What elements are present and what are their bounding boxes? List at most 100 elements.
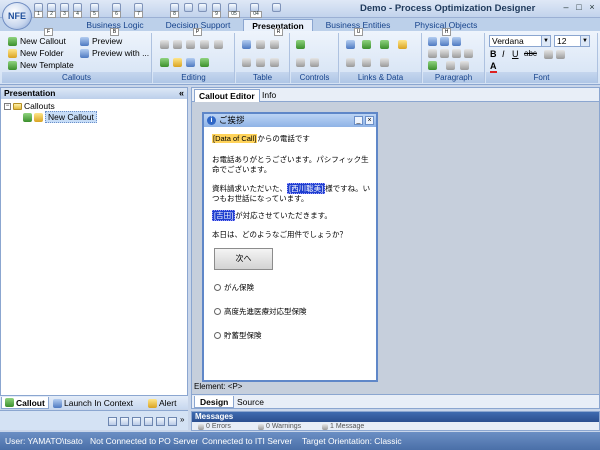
line-spacing-icon[interactable] <box>446 61 455 70</box>
toolbar-icon[interactable] <box>132 417 141 426</box>
tab-launch-in-context[interactable]: Launch In Context <box>50 397 136 409</box>
split-cells-icon[interactable] <box>256 58 265 67</box>
panel-header: Presentation « <box>1 88 187 99</box>
callout-editor: Callout Editor Info i ご挨拶 _ × [Data of C… <box>191 87 600 409</box>
preview-with-button[interactable]: Preview with ... <box>80 48 149 58</box>
launch-icon <box>53 398 62 408</box>
tab-info[interactable]: Info <box>258 89 280 102</box>
data-field-icon[interactable] <box>362 40 371 49</box>
lock-icon[interactable] <box>272 3 281 12</box>
toolbar-icon[interactable] <box>168 417 177 426</box>
align-left-icon[interactable] <box>428 37 437 46</box>
table-props-icon[interactable] <box>270 58 279 67</box>
brush-icon[interactable] <box>173 58 182 67</box>
close-icon[interactable]: × <box>365 116 374 125</box>
align-center-icon[interactable] <box>440 37 449 46</box>
delete-icon[interactable] <box>200 40 209 49</box>
paste-icon[interactable] <box>198 3 207 12</box>
close-icon[interactable]: × <box>586 2 598 14</box>
maximize-icon[interactable]: □ <box>573 2 585 14</box>
tree-item-callouts[interactable]: − Callouts <box>4 101 55 111</box>
overflow-icon[interactable]: » <box>180 415 184 424</box>
tab-alert[interactable]: Alert <box>145 397 179 409</box>
tab-callout[interactable]: Callout <box>1 397 49 409</box>
textbox-icon[interactable] <box>296 58 305 67</box>
settings-icon[interactable] <box>398 40 407 49</box>
data-source-icon[interactable] <box>380 40 389 49</box>
copy-icon[interactable] <box>184 3 193 12</box>
option-cancer-insurance[interactable]: がん保険 <box>214 282 254 293</box>
minimize-icon[interactable]: _ <box>354 116 363 125</box>
option-label: 高度先進医療対応型保険 <box>224 307 307 316</box>
warnings-filter[interactable]: 0 Warnings <box>258 423 301 430</box>
bookmark-icon[interactable] <box>362 58 371 67</box>
tab-design[interactable]: Design <box>194 396 235 408</box>
font-family-value: Verdana <box>492 36 524 46</box>
superscript-icon[interactable] <box>556 50 565 59</box>
font-size-select[interactable]: 12 ▼ <box>554 35 590 47</box>
app-menu-button[interactable]: NFE <box>2 2 32 30</box>
bold-icon[interactable]: B <box>490 49 497 59</box>
subscript-icon[interactable] <box>544 50 553 59</box>
table-row-icon[interactable] <box>256 40 265 49</box>
table-col-icon[interactable] <box>270 40 279 49</box>
font-color-icon[interactable]: A <box>490 61 497 73</box>
messages-filter[interactable]: 1 Message <box>322 423 364 430</box>
style-icon[interactable] <box>428 61 437 70</box>
next-button[interactable]: 次へ <box>214 248 273 270</box>
messages-panel: Messages 0 Errors 0 Warnings 1 Message <box>191 411 600 431</box>
control-icon[interactable] <box>296 40 305 49</box>
merge-cells-icon[interactable] <box>242 58 251 67</box>
preview-button[interactable]: Preview <box>80 36 122 46</box>
checkbox-icon[interactable] <box>310 58 319 67</box>
new-folder-button[interactable]: New Folder <box>8 48 63 58</box>
pilcrow-icon[interactable] <box>464 49 473 58</box>
indent-icon[interactable] <box>452 49 461 58</box>
tab-label: Callout <box>16 397 45 408</box>
minimize-icon[interactable]: – <box>560 2 572 14</box>
italic-icon[interactable]: I <box>502 49 505 59</box>
insert-icon[interactable] <box>200 58 209 67</box>
toolbar-icon[interactable] <box>120 417 129 426</box>
data-of-call-field[interactable]: [Data of Call] <box>212 134 258 143</box>
option-advanced-medical-insurance[interactable]: 高度先進医療対応型保険 <box>214 306 307 317</box>
radio-icon[interactable] <box>214 332 221 339</box>
link-icon[interactable] <box>346 40 355 49</box>
image-icon[interactable] <box>214 40 223 49</box>
variable-icon[interactable] <box>380 58 389 67</box>
copy-icon[interactable] <box>173 40 182 49</box>
button-label: Preview with ... <box>92 48 150 58</box>
agent-name-field[interactable]: [吉田] <box>212 210 236 221</box>
toolbar-icon[interactable] <box>144 417 153 426</box>
border-icon[interactable] <box>460 61 469 70</box>
cut-icon[interactable] <box>160 40 169 49</box>
format-icon[interactable] <box>160 58 169 67</box>
tree-item-new-callout[interactable]: New Callout <box>23 111 97 123</box>
greeting-paragraph: お電話ありがとうございます。パシフィック生命でございます。 <box>212 155 369 174</box>
qat-key: 04 <box>250 11 262 18</box>
tab-source[interactable]: Source <box>232 396 269 408</box>
toolbar-icon[interactable] <box>156 417 165 426</box>
number-list-icon[interactable] <box>440 49 449 58</box>
tab-callout-editor[interactable]: Callout Editor <box>194 89 260 102</box>
find-icon[interactable] <box>186 58 195 67</box>
underline-icon[interactable]: U <box>512 49 519 59</box>
unlink-icon[interactable] <box>346 58 355 67</box>
strikethrough-icon[interactable]: abc <box>524 49 537 58</box>
customer-name-field[interactable]: [西川聡美] <box>287 183 326 194</box>
new-callout-button[interactable]: New Callout <box>8 36 66 46</box>
errors-filter[interactable]: 0 Errors <box>198 423 231 430</box>
paste-icon[interactable] <box>186 40 195 49</box>
option-savings-insurance[interactable]: 貯蓄型保険 <box>214 330 262 341</box>
collapse-tree-icon[interactable]: − <box>4 102 11 110</box>
new-template-button[interactable]: New Template <box>8 60 74 70</box>
radio-icon[interactable] <box>214 308 221 315</box>
font-family-select[interactable]: Verdana ▼ <box>489 35 551 47</box>
radio-icon[interactable] <box>214 284 221 291</box>
align-right-icon[interactable] <box>452 37 461 46</box>
element-path: Element: <P> <box>194 382 243 391</box>
insert-table-icon[interactable] <box>242 40 251 49</box>
collapse-icon[interactable]: « <box>179 88 184 99</box>
toolbar-icon[interactable] <box>108 417 117 426</box>
bullet-list-icon[interactable] <box>428 49 437 58</box>
